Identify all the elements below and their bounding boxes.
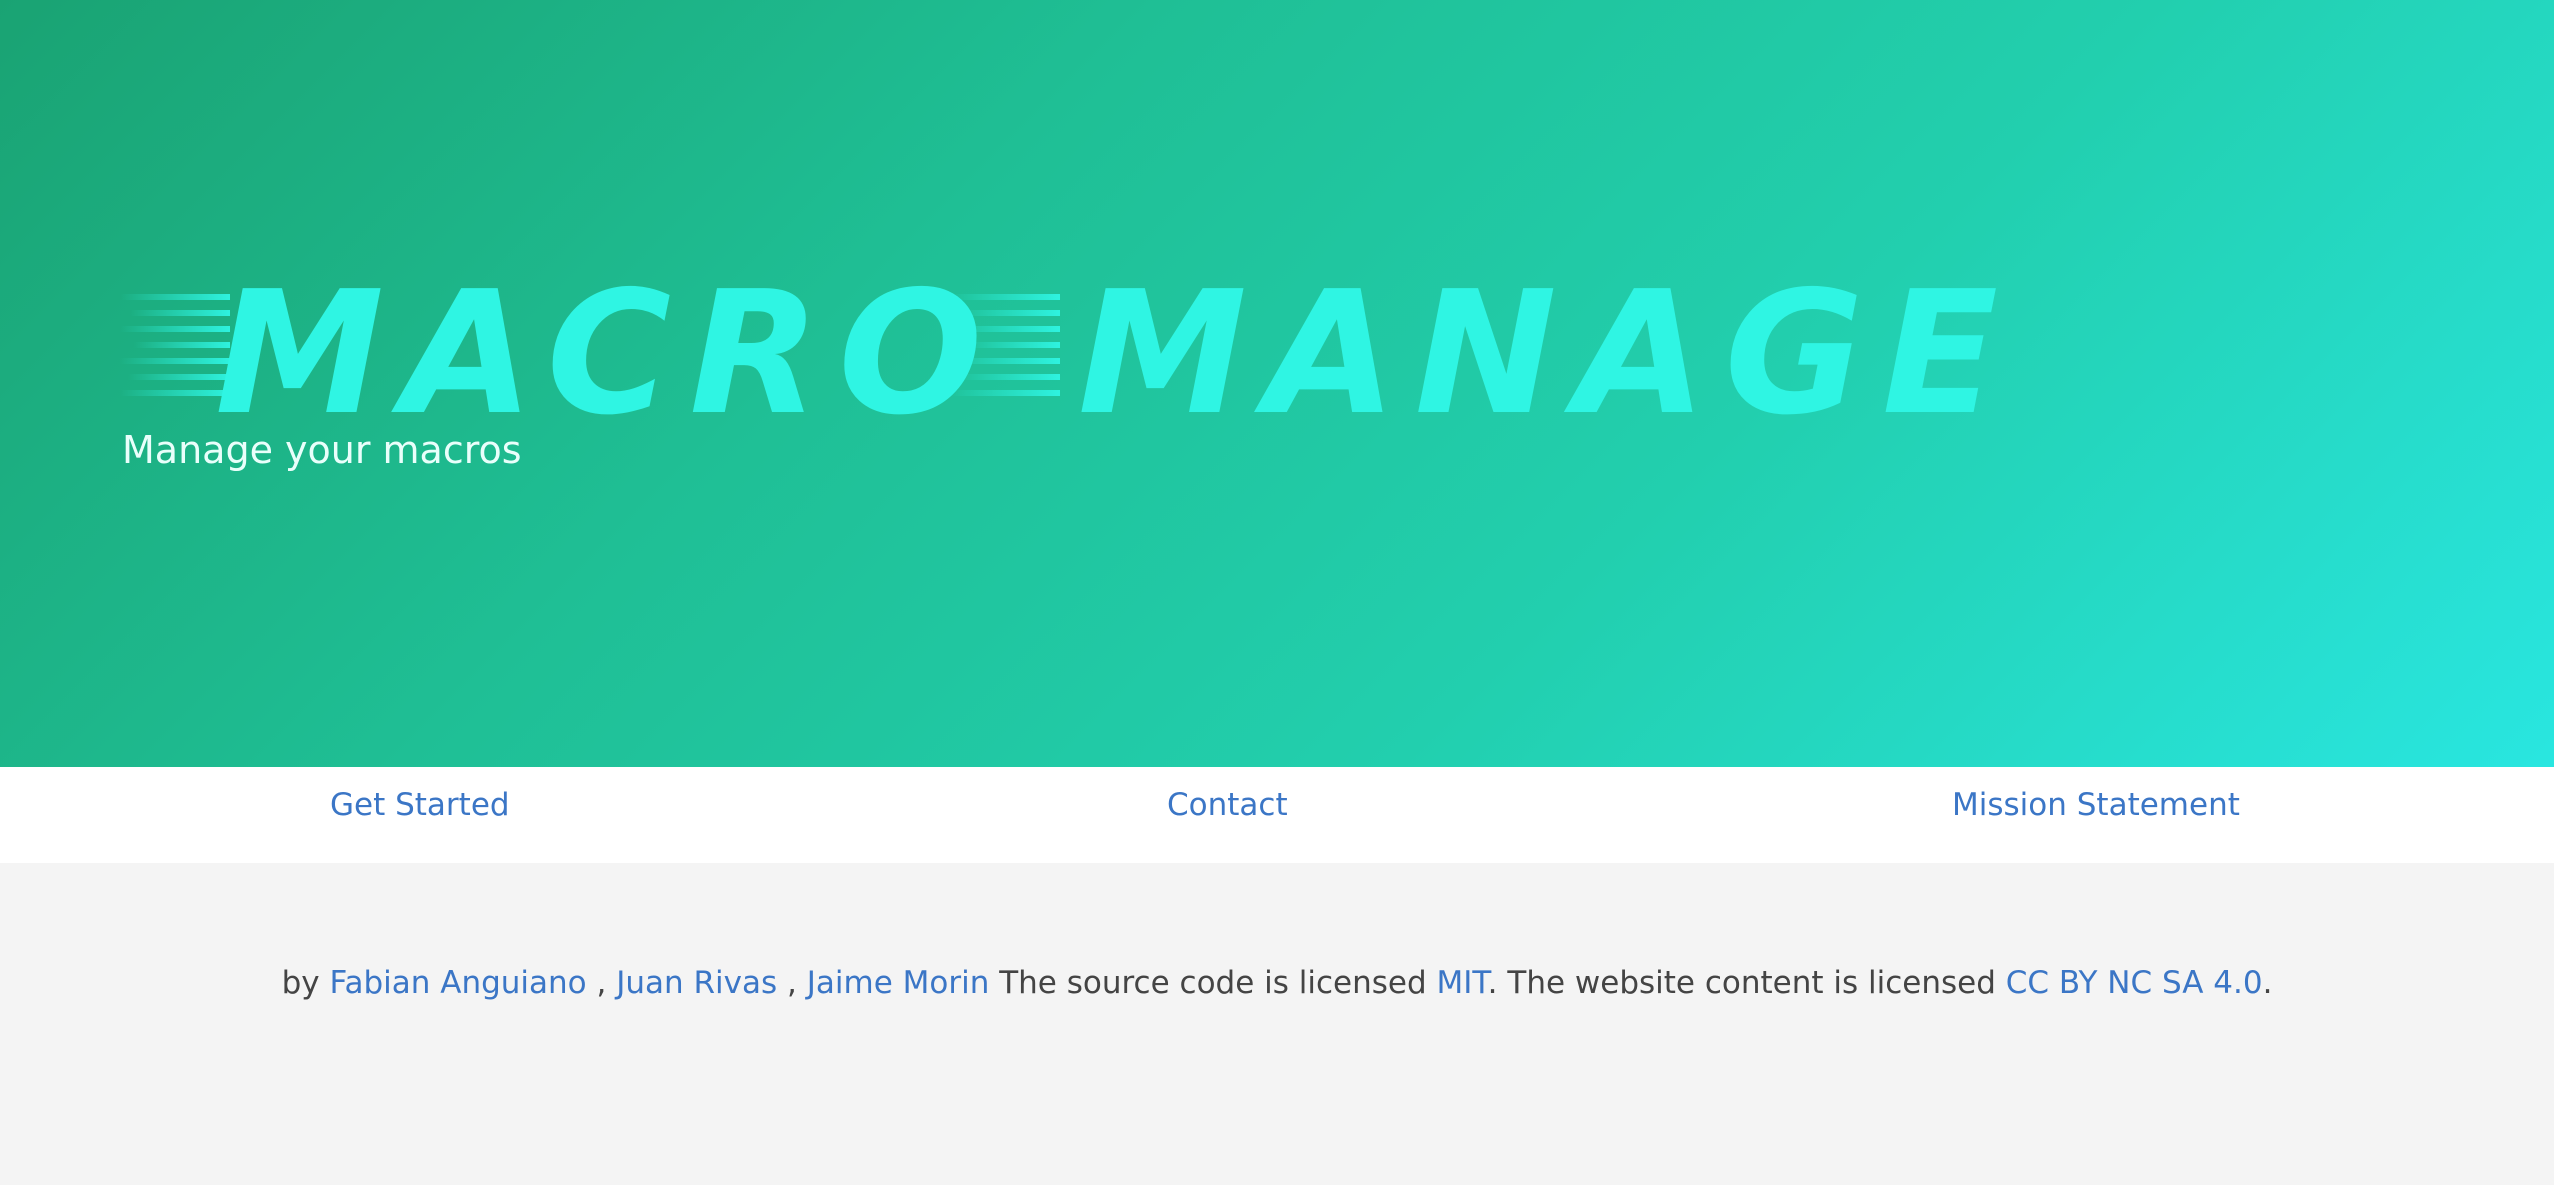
author-link-juan-rivas[interactable]: Juan Rivas	[616, 965, 777, 1001]
hero-subtitle: Manage your macros	[122, 428, 522, 472]
source-license-text: The source code is licensed	[999, 965, 1427, 1001]
cc-license-link[interactable]: CC BY NC SA 4.0	[2006, 965, 2263, 1001]
author-link-jaime-morin[interactable]: Jaime Morin	[807, 965, 990, 1001]
content-license-text: . The website content is licensed	[1487, 965, 1996, 1001]
footer-by-label: by	[281, 965, 320, 1001]
footer-period: .	[2262, 965, 2273, 1001]
site-footer: by Fabian Anguiano , Juan Rivas , Jaime …	[0, 863, 2554, 1185]
author-separator: ,	[596, 965, 607, 1001]
author-link-fabian-anguiano[interactable]: Fabian Anguiano	[329, 965, 586, 1001]
nav-link-mission-statement[interactable]: Mission Statement	[1952, 785, 2240, 825]
primary-navigation: Get Started Contact Mission Statement	[0, 767, 2554, 863]
macro-manage-logo: MACRO MANAGE	[120, 270, 2020, 430]
mit-license-link[interactable]: MIT	[1437, 965, 1488, 1001]
logo-text: MACRO MANAGE	[215, 270, 2016, 430]
hero-banner: MACRO MANAGE Manage your macros	[0, 0, 2554, 767]
nav-link-get-started[interactable]: Get Started	[330, 785, 510, 825]
footer-credits: by Fabian Anguiano , Juan Rivas , Jaime …	[0, 963, 2554, 1003]
nav-link-contact[interactable]: Contact	[1167, 785, 1288, 825]
author-separator: ,	[787, 965, 797, 1001]
